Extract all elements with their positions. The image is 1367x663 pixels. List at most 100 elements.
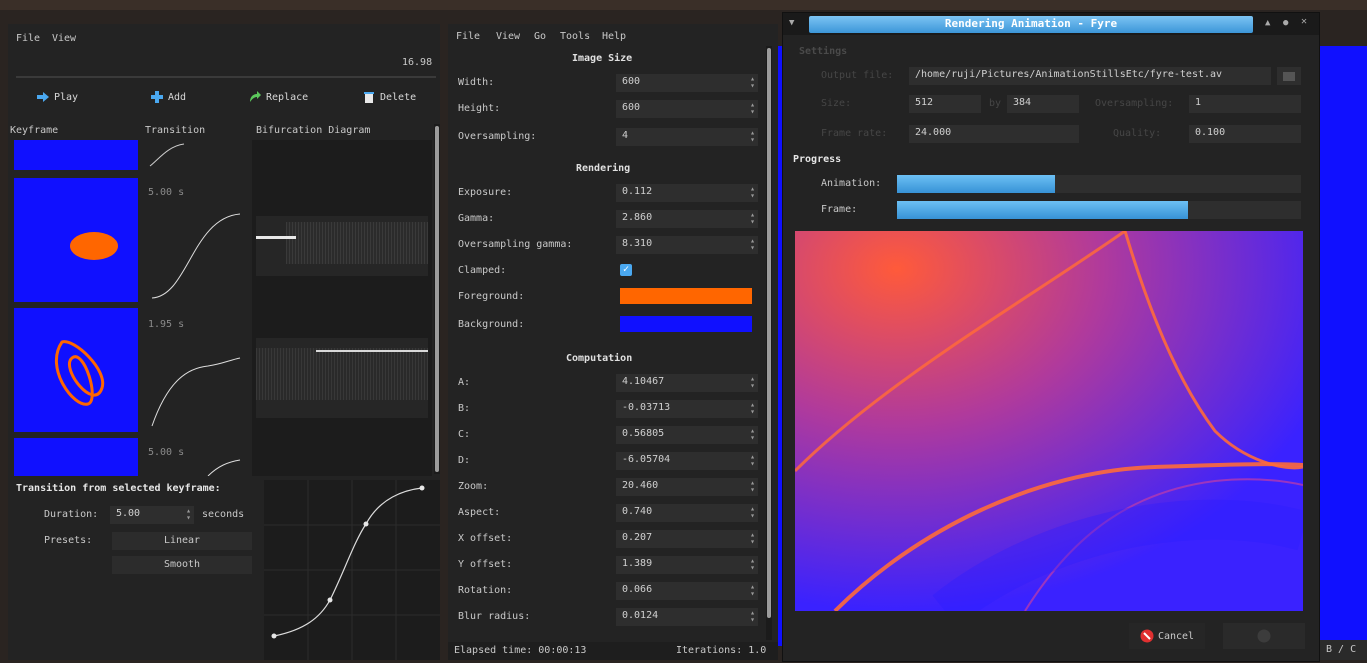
browse-folder-button: [1277, 67, 1301, 85]
c-field[interactable]: 0.56805 ▴ ▾: [616, 426, 758, 444]
os-gamma-label: Oversampling gamma:: [458, 239, 573, 250]
menu-tools[interactable]: Tools: [560, 30, 590, 44]
b-field[interactable]: -0.03713 ▴ ▾: [616, 400, 758, 418]
blur-spinner[interactable]: ▴ ▾: [750, 609, 755, 624]
scrollbar-thumb[interactable]: [435, 126, 439, 472]
height-spinner[interactable]: ▴ ▾: [750, 101, 755, 116]
oversampling-field[interactable]: 4 ▴ ▾: [616, 128, 758, 146]
minimize-icon[interactable]: ▲: [1265, 18, 1270, 28]
menu-file[interactable]: File: [456, 30, 480, 44]
d-field[interactable]: -6.05704 ▴ ▾: [616, 452, 758, 470]
bifurcation-diagram: [256, 216, 428, 276]
frame-rate-label: Frame rate:: [821, 128, 888, 139]
c-spinner[interactable]: ▴ ▾: [750, 427, 755, 442]
preset-linear-button[interactable]: Linear: [112, 532, 252, 550]
os-gamma-value: 8.310: [622, 238, 653, 249]
gamma-label: Gamma:: [458, 213, 495, 224]
keyframe-thumbnail[interactable]: [14, 308, 138, 432]
transition-section-title: Transition from selected keyframe:: [16, 483, 221, 494]
menu-view[interactable]: View: [496, 30, 520, 44]
dialog-oversampling-label: Oversampling:: [1095, 98, 1174, 109]
column-transition: Transition: [145, 125, 206, 136]
iterations: Iterations: 1.0: [676, 645, 767, 656]
keyframe-thumbnail[interactable]: [14, 140, 138, 170]
animation-progress-label: Animation:: [821, 178, 882, 189]
parameters-scrollbar[interactable]: [766, 46, 772, 640]
replace-button[interactable]: Replace: [248, 90, 308, 104]
width-spinner[interactable]: ▴ ▾: [750, 75, 755, 90]
background-color-swatch[interactable]: [620, 316, 752, 332]
a-field[interactable]: 4.10467 ▴ ▾: [616, 374, 758, 392]
duration-field[interactable]: 5.00 ▴ ▾: [110, 506, 194, 524]
exposure-label: Exposure:: [458, 187, 513, 198]
a-spinner[interactable]: ▴ ▾: [750, 375, 755, 390]
gamma-field[interactable]: 2.860 ▴ ▾: [616, 210, 758, 228]
presets-label: Presets:: [44, 535, 93, 546]
preset-smooth-button[interactable]: Smooth: [112, 556, 252, 574]
menu-go[interactable]: Go: [534, 30, 546, 44]
aspect-field[interactable]: 0.740 ▴ ▾: [616, 504, 758, 522]
yoffset-field[interactable]: 1.389 ▴ ▾: [616, 556, 758, 574]
zoom-spinner[interactable]: ▴ ▾: [750, 479, 755, 494]
delete-button[interactable]: Delete: [362, 90, 416, 104]
blur-field[interactable]: 0.0124 ▴ ▾: [616, 608, 758, 626]
height-field[interactable]: 600 ▴ ▾: [616, 100, 758, 118]
d-spinner[interactable]: ▴ ▾: [750, 453, 755, 468]
bifurcation-line: [316, 350, 428, 352]
window-menu-icon[interactable]: ▼: [789, 18, 799, 28]
cancel-button[interactable]: Cancel: [1129, 623, 1205, 649]
b-value: -0.03713: [622, 402, 671, 413]
exposure-spinner[interactable]: ▴ ▾: [750, 185, 755, 200]
b-spinner[interactable]: ▴ ▾: [750, 401, 755, 416]
keyframe-window: File View 16.98 Play Add Replace Delete …: [8, 24, 440, 660]
width-label: Width:: [458, 77, 495, 88]
curve-editor-graph: [264, 480, 440, 660]
menu-view[interactable]: View: [52, 32, 76, 46]
transition-curve: [151, 213, 241, 299]
settings-title: Settings: [799, 46, 848, 57]
keyframe-thumbnail[interactable]: [14, 438, 138, 476]
add-button[interactable]: Add: [150, 90, 186, 104]
rotation-spinner[interactable]: ▴ ▾: [750, 583, 755, 598]
menu-file[interactable]: File: [16, 32, 40, 46]
yoffset-spinner[interactable]: ▴ ▾: [750, 557, 755, 572]
curve-control-point[interactable]: [327, 597, 333, 603]
duration-spinner[interactable]: ▴ ▾: [186, 507, 191, 522]
exposure-field[interactable]: 0.112 ▴ ▾: [616, 184, 758, 202]
curve-control-point[interactable]: [363, 521, 369, 527]
output-file-label: Output file:: [821, 70, 894, 81]
curve-control-point[interactable]: [271, 633, 277, 639]
play-button[interactable]: Play: [36, 90, 78, 104]
foreground-color-swatch[interactable]: [620, 288, 752, 304]
b-label: B:: [458, 403, 471, 414]
os-gamma-spinner[interactable]: ▴ ▾: [750, 237, 755, 252]
rendering-title: Rendering: [576, 163, 631, 174]
zoom-field[interactable]: 20.460 ▴ ▾: [616, 478, 758, 496]
transition-curve: [151, 357, 241, 427]
keyframe-list-scrollbar[interactable]: [434, 124, 440, 474]
status-bar: Elapsed time: 00:00:13 Iterations: 1.0: [448, 642, 778, 660]
rotation-field[interactable]: 0.066 ▴ ▾: [616, 582, 758, 600]
animation-progress-bar: [897, 175, 1301, 193]
xoffset-field[interactable]: 0.207 ▴ ▾: [616, 530, 758, 548]
delete-label: Delete: [380, 91, 417, 103]
curve-control-point[interactable]: [419, 485, 425, 491]
transition-curve-editor[interactable]: [264, 480, 440, 660]
elapsed-time: Elapsed time: 00:00:13: [454, 645, 587, 656]
keyframe-thumbnail[interactable]: [14, 178, 138, 302]
menu-help[interactable]: Help: [602, 30, 626, 44]
oversampling-spinner[interactable]: ▴ ▾: [750, 129, 755, 144]
width-field[interactable]: 600 ▴ ▾: [616, 74, 758, 92]
scrollbar-thumb[interactable]: [767, 48, 771, 618]
clamped-checkbox[interactable]: ✓: [620, 264, 632, 276]
duration-unit: seconds: [202, 509, 245, 520]
xoffset-spinner[interactable]: ▴ ▾: [750, 531, 755, 546]
gamma-spinner[interactable]: ▴ ▾: [750, 211, 755, 226]
close-icon[interactable]: ✕: [1301, 17, 1307, 27]
aspect-spinner[interactable]: ▴ ▾: [750, 505, 755, 520]
os-gamma-field[interactable]: 8.310 ▴ ▾: [616, 236, 758, 254]
maximize-icon[interactable]: ●: [1283, 18, 1288, 28]
time-slider[interactable]: [16, 76, 436, 78]
quality-field: 0.100: [1189, 125, 1301, 143]
bifurcation-noise: [256, 348, 428, 400]
